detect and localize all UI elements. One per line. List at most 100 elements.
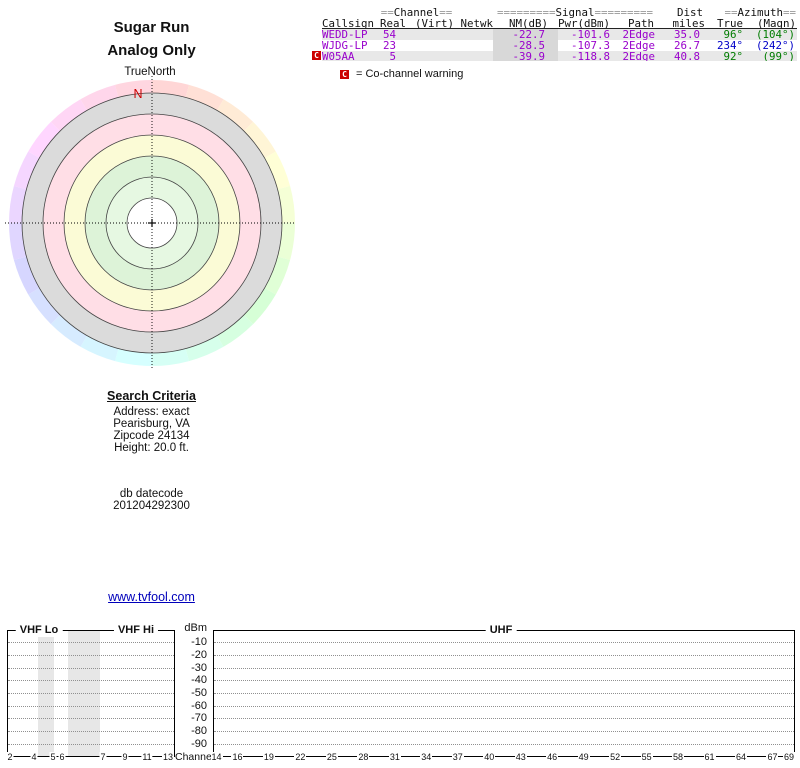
tvfool-link[interactable]: www.tvfool.com [0,590,303,604]
column-header-callsign: Callsign [322,18,379,29]
tvfool-report: Sugar Run Analog Only TrueNorth N ==Chan… [0,0,800,768]
search-criteria-lines: Address: exact Pearisburg, VA Zipcode 2413… [0,406,303,454]
cell-warning [311,29,322,40]
report-title: Sugar Run [113,19,190,36]
vhf-lo-label: VHF Lo [15,623,63,637]
search-criteria-line: Height: 20.0 ft. [114,442,189,454]
group-header-signal: =========Signal========= [496,7,654,18]
column-header-virt: (Virt) [406,18,454,29]
column-header-true: True [706,18,744,29]
channel-tick-label: 6 [58,752,66,762]
channel-tick-label: 49 [577,752,590,762]
grid-line [8,705,174,707]
channel-tick-label: 28 [357,752,370,762]
channel-tick-label: 61 [703,752,716,762]
grid-line [214,654,794,656]
cell-callsign: WEDD-LP [322,28,379,40]
y-axis-tick-label: -60 [191,699,207,712]
column-header-pwr: Pwr(dBm) [558,17,610,29]
cell-miles: 40.8 [657,50,706,62]
cell-miles: 26.7 [673,39,700,51]
grid-line [8,642,174,644]
grid-line [214,693,794,694]
channel-tick-label: 25 [325,752,338,762]
search-criteria-heading: Search Criteria [107,389,196,403]
y-axis-tick-label: -70 [191,712,207,725]
channel-tick-label: 46 [546,752,559,762]
group-header-channel: ==Channel== [380,7,453,18]
y-axis-tick-label: -50 [191,687,207,699]
y-axis-tick-label: -10 [191,636,207,649]
co-channel-legend-text: = Co-channel warning [356,68,464,80]
grid-line [8,743,174,745]
channel-tick-label: 16 [231,752,244,762]
grid-line [8,731,174,733]
channel-tick-label: 31 [388,752,401,762]
cell-warning: C [311,50,322,62]
y-axis-tick-label: -40 [191,674,207,687]
grid-line [214,680,794,682]
channel-tick-label: 58 [672,752,685,762]
channel-tick-label: 34 [420,752,433,762]
search-criteria-line: Address: exact [113,406,190,418]
channel-tick-label: 40 [483,752,496,762]
vhf-panel [7,630,175,757]
cell-real: 23 [382,39,396,51]
channel-tick-label: 4 [30,752,38,762]
cell-virt [406,50,454,62]
column-header-path: Path [610,18,657,29]
grid-line [8,693,174,694]
cell-real: 5 [379,50,406,62]
channel-tick-label: 67 [766,752,779,762]
y-axis-tick-label: -20 [191,648,207,661]
column-header-miles: miles [657,18,706,29]
grid-line [8,718,174,720]
cell-nm: -28.5 [493,39,558,51]
cell-path: 2Edge [610,50,657,62]
cell-callsign: W05AA [322,50,379,62]
channel-tick-label: 13 [161,752,175,762]
search-criteria-line: Pearisburg, VA [113,418,190,430]
uhf-panel [213,630,795,757]
channel-tick-label: 55 [640,752,653,762]
cell-pwr: -107.3 [570,39,610,51]
grid-line [214,667,794,669]
db-datecode-label: db datecode [119,488,184,500]
grid-line [214,743,794,745]
cell-magn: (99°) [744,50,797,62]
cell-callsign: WJDG-LP [322,39,368,51]
cell-virt [406,28,454,40]
co-channel-warning-icon: C [312,50,321,60]
channel-tick-label: 19 [262,752,275,762]
grid-line [214,705,794,707]
cell-magn: (242°) [755,39,795,51]
grid-line [214,731,794,733]
column-header-nm: NM(dB) [493,18,558,29]
cell-netwk [454,28,493,40]
cell-netwk [454,40,493,51]
channel-tick-label: 52 [609,752,622,762]
cell-pwr: -101.6 [558,28,610,40]
cell-path: 2Edge [622,39,655,51]
y-axis-unit-label: dBm [184,622,207,634]
channel-tick-label: 69 [782,752,796,762]
grid-line [214,642,794,644]
channel-tick-label: 14 [210,752,223,762]
column-header-netwk: Netwk [454,18,493,29]
report-subtitle: Analog Only [107,42,196,59]
grid-line [214,718,794,720]
grid-line [8,667,174,669]
group-header-azimuth: ==Azimuth== [724,7,796,18]
x-axis-label: Channel [175,751,215,763]
cell-warning [311,40,322,51]
cell-virt [406,40,454,51]
db-datecode-value: 201204292300 [113,500,190,512]
group-header-dist: Dist [676,7,703,18]
co-channel-legend: C = Co-channel warning [340,68,463,80]
channel-tick-label: 22 [294,752,307,762]
y-axis-tick-label: -80 [191,725,207,738]
channel-tick-label: 37 [451,752,464,762]
co-channel-warning-icon: C [340,69,349,79]
y-axis-tick-label: -30 [191,661,207,674]
cell-netwk [454,50,493,62]
